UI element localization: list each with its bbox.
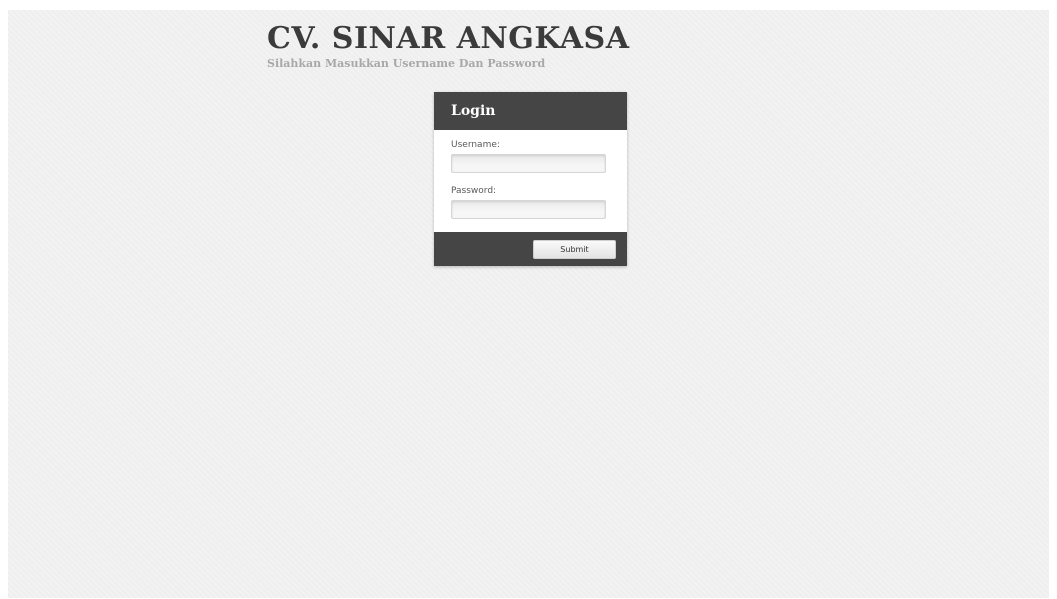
username-label: Username: <box>451 140 500 150</box>
submit-button[interactable]: Submit <box>533 240 616 259</box>
page-title: CV. SINAR ANGKASA <box>267 21 630 56</box>
password-field[interactable] <box>451 200 606 219</box>
page-subtitle: Silahkan Masukkan Username Dan Password <box>267 57 546 70</box>
login-heading: Login <box>434 92 627 130</box>
page-background: CV. SINAR ANGKASA Silahkan Masukkan User… <box>8 10 1049 598</box>
login-footer: Submit <box>434 232 627 266</box>
password-label: Password: <box>451 186 497 196</box>
username-field[interactable] <box>451 154 606 173</box>
login-form-body: Username: Password: <box>434 130 627 232</box>
login-panel: Login Username: Password: Submit <box>434 92 627 266</box>
brand-header: CV. SINAR ANGKASA Silahkan Masukkan User… <box>267 21 630 71</box>
